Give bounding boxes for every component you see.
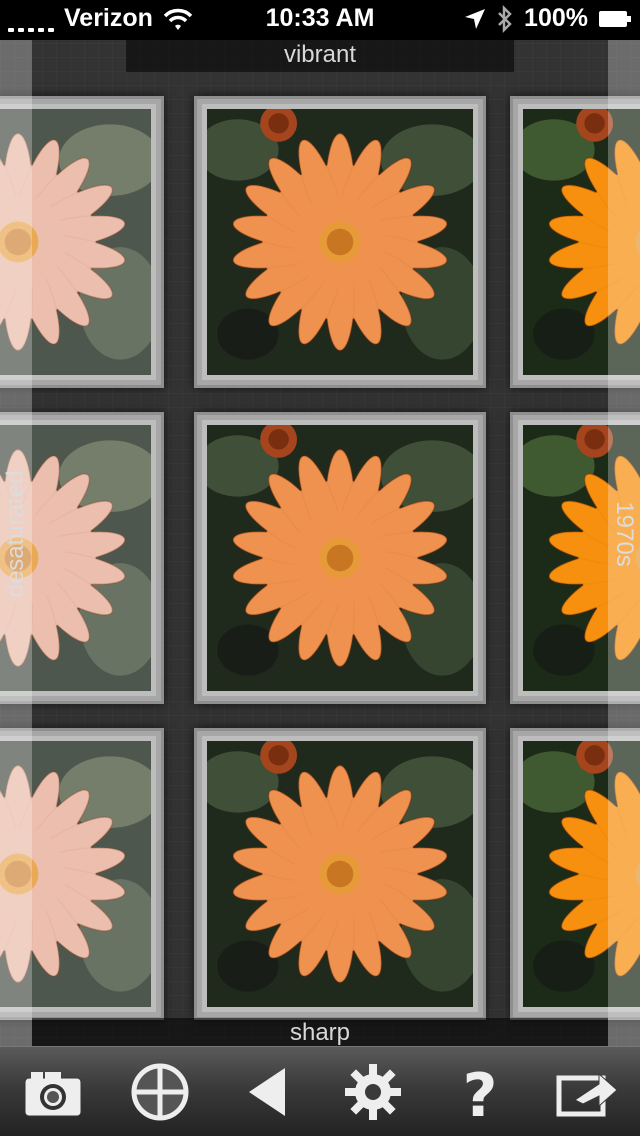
share-button[interactable] — [547, 1052, 627, 1132]
gear-icon — [345, 1064, 402, 1120]
filter-grid-screen: Verizon 10:33 AM 100% vibrant sharp desa… — [0, 0, 640, 1136]
back-button[interactable] — [227, 1052, 307, 1132]
flower-photo — [207, 109, 473, 375]
photo-tile[interactable] — [194, 728, 486, 1020]
crosshair-icon — [131, 1063, 189, 1121]
back-triangle-icon — [248, 1068, 285, 1116]
battery-icon — [599, 10, 631, 27]
status-right: 100% — [464, 4, 632, 33]
battery-percent: 100% — [524, 4, 588, 32]
bluetooth-icon — [498, 4, 512, 33]
flower-photo — [207, 425, 473, 691]
filter-label-right[interactable]: 1970s — [610, 501, 638, 566]
location-icon — [465, 8, 486, 29]
photo-tile[interactable] — [194, 96, 486, 388]
status-bar: Verizon 10:33 AM 100% — [0, 0, 640, 40]
help-icon: ? — [463, 1061, 498, 1124]
svg-text:?: ? — [463, 1061, 498, 1124]
crosshair-button[interactable] — [120, 1052, 200, 1132]
bottom-toolbar: ? — [0, 1046, 640, 1136]
filter-label-top[interactable]: vibrant — [0, 41, 640, 69]
flower-photo — [207, 741, 473, 1007]
camera-button[interactable] — [13, 1052, 93, 1132]
filter-label-bottom[interactable]: sharp — [0, 1019, 640, 1047]
filter-label-left[interactable]: desaturated — [2, 471, 30, 598]
help-button[interactable]: ? — [440, 1052, 520, 1132]
settings-button[interactable] — [333, 1052, 413, 1132]
share-icon — [556, 1072, 618, 1117]
camera-icon — [24, 1072, 82, 1117]
photo-tile[interactable] — [194, 412, 486, 704]
